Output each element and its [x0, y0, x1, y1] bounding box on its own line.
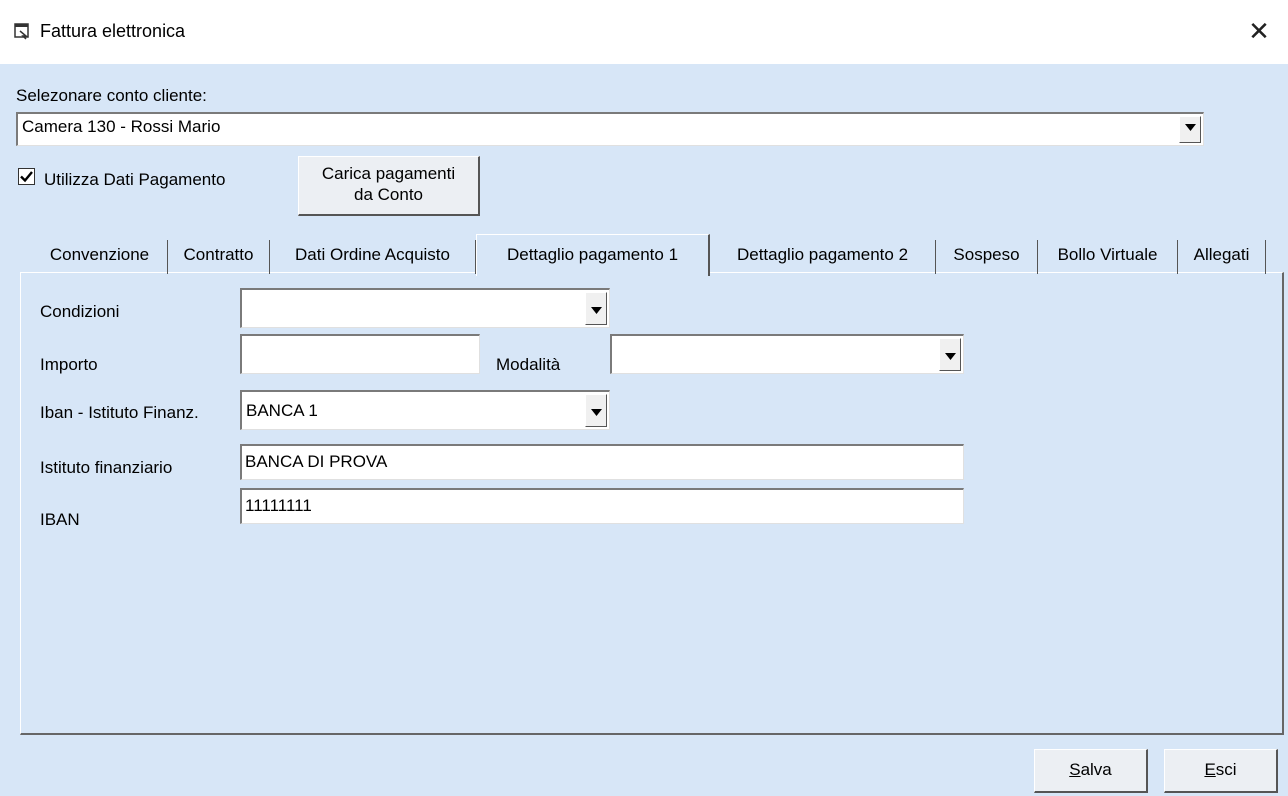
save-button[interactable]: Salva: [1034, 749, 1148, 793]
iban-istituto-dropdown-button[interactable]: [585, 394, 607, 427]
modalita-select[interactable]: [610, 334, 964, 374]
chevron-down-icon: [591, 307, 602, 314]
condizioni-label: Condizioni: [40, 302, 120, 321]
window-app-icon: [14, 23, 29, 40]
importo-label: Importo: [40, 355, 98, 374]
istituto-value: BANCA DI PROVA: [245, 452, 388, 471]
account-label: Selezonare conto cliente:: [16, 86, 207, 105]
iban-istituto-select[interactable]: BANCA 1: [240, 390, 610, 430]
modalita-label: Modalità: [496, 355, 561, 374]
account-dropdown-button[interactable]: [1179, 116, 1201, 143]
tab-dati-ordine-acquisto[interactable]: Dati Ordine Acquisto: [270, 240, 476, 274]
iban-istituto-label: Iban - Istituto Finanz.: [40, 403, 199, 422]
tab-bollo-virtuale[interactable]: Bollo Virtuale: [1038, 240, 1178, 274]
load-payments-label-line2: da Conto: [354, 185, 423, 204]
iban-value: 11111111: [245, 496, 312, 515]
exit-label: sci: [1215, 760, 1237, 779]
condizioni-dropdown-button[interactable]: [585, 292, 607, 325]
tab-contratto[interactable]: Contratto: [168, 240, 270, 274]
account-select[interactable]: Camera 130 - Rossi Mario: [16, 112, 1204, 146]
chevron-down-icon: [945, 353, 956, 360]
condizioni-select[interactable]: [240, 288, 610, 328]
save-accelerator: S: [1069, 760, 1081, 779]
load-payments-button[interactable]: Carica pagamenti da Conto: [298, 156, 480, 216]
exit-button[interactable]: Esci: [1164, 749, 1278, 793]
tab-dettaglio-pagamento-2[interactable]: Dettaglio pagamento 2: [710, 240, 936, 274]
exit-accelerator: E: [1204, 760, 1216, 779]
window-title: Fattura elettronica: [40, 21, 186, 41]
tab-allegati[interactable]: Allegati: [1178, 240, 1266, 274]
iban-istituto-value: BANCA 1: [246, 401, 318, 420]
tab-dettaglio-pagamento-1[interactable]: Dettaglio pagamento 1: [476, 234, 710, 276]
iban-label: IBAN: [40, 510, 80, 529]
iban-input[interactable]: 11111111: [240, 488, 964, 524]
close-icon: ✕: [1248, 17, 1270, 47]
use-payment-label: Utilizza Dati Pagamento: [44, 170, 226, 189]
chevron-down-icon: [1185, 124, 1196, 131]
save-label: alva: [1080, 760, 1112, 779]
load-payments-label-line1: Carica pagamenti: [321, 164, 456, 183]
istituto-label: Istituto finanziario: [40, 458, 173, 477]
chevron-down-icon: [591, 409, 602, 416]
istituto-input[interactable]: BANCA DI PROVA: [240, 444, 964, 480]
title-bar: Fattura elettronica ✕: [0, 0, 1288, 64]
modalita-dropdown-button[interactable]: [939, 338, 961, 371]
account-select-value: Camera 130 - Rossi Mario: [22, 117, 221, 136]
checkmark-icon: [20, 171, 33, 183]
importo-input[interactable]: [240, 334, 480, 374]
tab-convenzione[interactable]: Convenzione: [32, 240, 168, 274]
tab-sospeso[interactable]: Sospeso: [936, 240, 1038, 274]
use-payment-checkbox[interactable]: [18, 168, 35, 185]
close-button[interactable]: ✕: [1230, 0, 1288, 64]
